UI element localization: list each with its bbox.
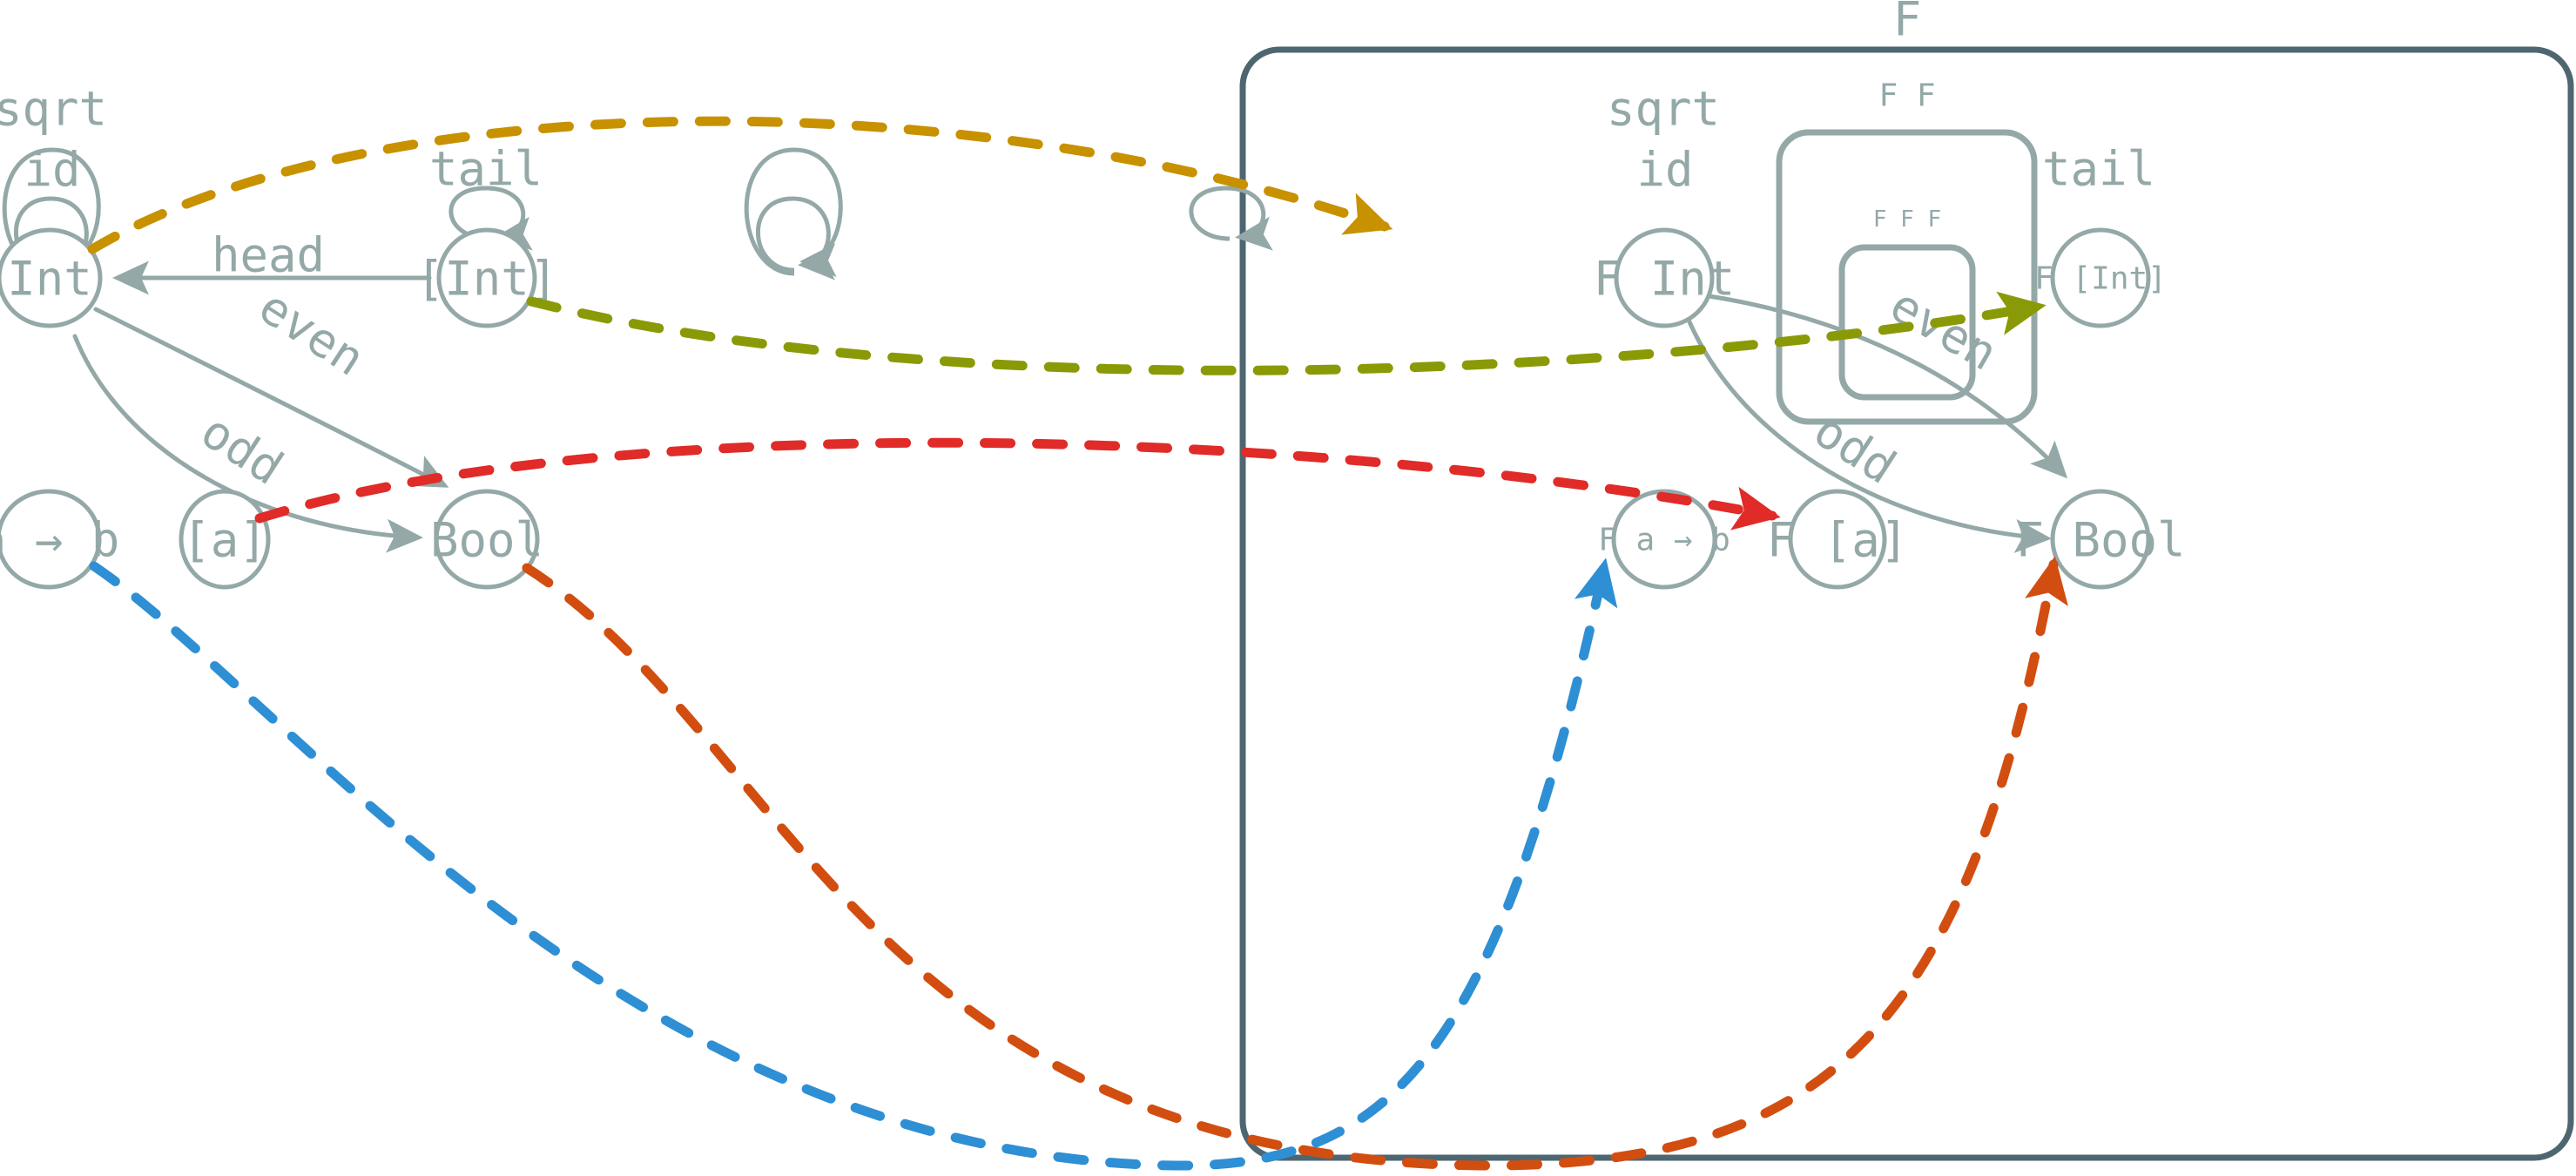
edge-label-head: head — [212, 228, 325, 283]
functor-map-bool — [522, 556, 2068, 1171]
loop-label-id-right: id — [1636, 143, 1693, 198]
container-label-f: F — [1893, 0, 1922, 47]
node-f-int-label: F Int — [1594, 252, 1736, 307]
loop-label-tail-right: tail — [2042, 142, 2155, 197]
functor-map-list-int — [526, 291, 2047, 375]
self-loop-id-fint — [756, 196, 835, 280]
loop-label-sqrt-left: sqrt — [0, 82, 107, 137]
node-f-list-a-label: F [a] — [1767, 513, 1909, 568]
node-list-a-label: [a] — [182, 513, 267, 568]
node-int-label: Int — [7, 252, 92, 307]
edge-label-odd-left: odd — [192, 403, 293, 496]
self-loop-sqrt-fint — [744, 147, 843, 278]
loop-label-id-left: id — [24, 143, 80, 198]
loop-label-tail-left: tail — [429, 142, 543, 197]
edge-label-even-left: even — [249, 279, 374, 387]
loop-label-sqrt-right: sqrt — [1607, 82, 1720, 137]
nested-box-label-ff: F F — [1878, 78, 1935, 114]
node-f-arrow-label: F a → b — [1598, 523, 1730, 558]
edge-label-odd-right: odd — [1804, 402, 1905, 495]
functor-map-arrow — [89, 558, 1618, 1171]
nested-box-label-fff: F F F — [1873, 206, 1941, 233]
node-f-list-int-label: F [Int] — [2034, 261, 2167, 297]
node-f-bool-label: F Bool — [2015, 513, 2185, 568]
node-arrow-label: a → b — [0, 513, 119, 568]
node-bool-label: Bool — [430, 513, 543, 568]
nested-box-ff — [1776, 129, 2038, 425]
self-loop-tail-flistint — [1189, 186, 1273, 251]
functor-diagram-canvas: Int [Int] Bool a → b [a] sqrt id tail he… — [0, 0, 2576, 1176]
